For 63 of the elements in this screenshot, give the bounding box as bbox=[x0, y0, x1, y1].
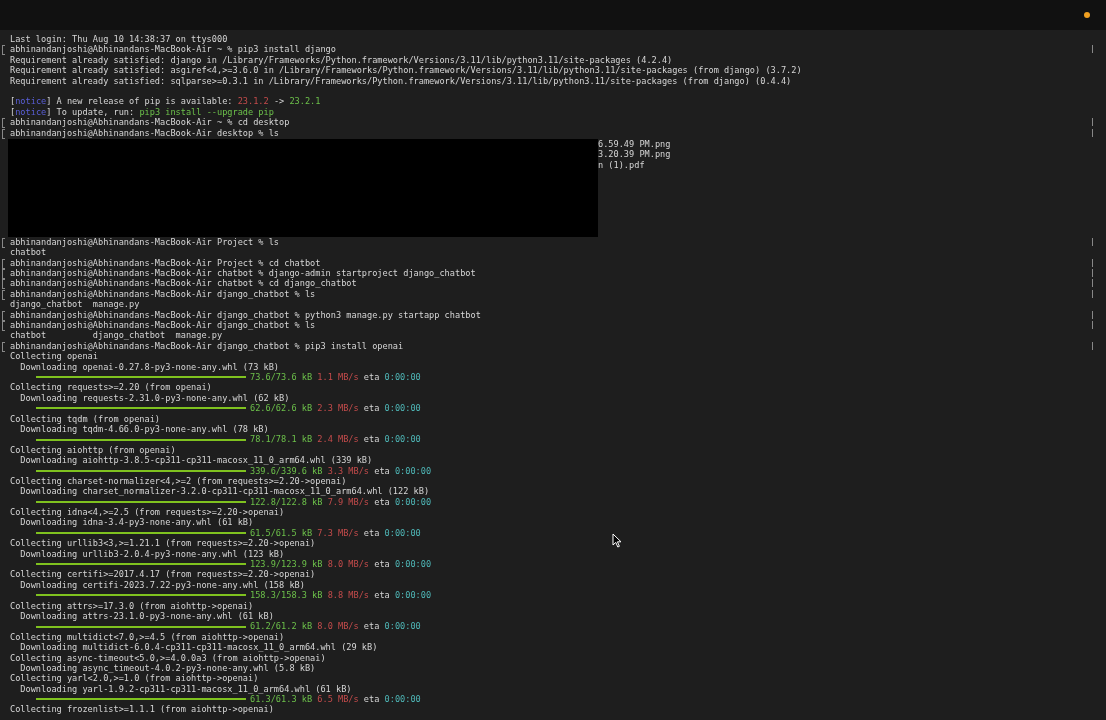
output-line: Collecting requests>=2.20 (from openai) bbox=[10, 382, 212, 393]
output-line: Downloading async_timeout-4.0.2-py3-none-any.whl (5.8 kB) bbox=[20, 662, 316, 674]
progress-stats: 123.9/123.9 kB 8.0 MB/s eta 0:00:00 bbox=[250, 559, 432, 570]
progress-stats: 61.3/61.3 kB 6.5 MB/s eta 0:00:00 bbox=[250, 694, 421, 705]
progress-stats: 78.1/78.1 kB 2.4 MB/s eta 0:00:00 bbox=[250, 434, 421, 445]
output-line: Collecting tqdm (from openai) bbox=[10, 413, 161, 424]
command-line: abhinandanjoshi@Abhinandans-MacBook-Air django_chatbot % ls bbox=[10, 320, 316, 331]
command-line: abhinandanjoshi@Abhinandans-MacBook-Air django_chatbot % pip3 install openai bbox=[10, 340, 404, 352]
command-line: abhinandanjoshi@Abhinandans-MacBook-Air Project % cd chatbot bbox=[10, 257, 321, 269]
output-line: Collecting async-timeout<5.0,>=4.0.0a3 (from aiohttp->openai) bbox=[10, 652, 326, 663]
output-line: Requirement already satisfied: sqlparse>=0.3.1 in /Library/Frameworks/Python.framework/Versions/3.11/lib/python3.11/site-packages (from django) (0.4.4) bbox=[10, 75, 792, 86]
output-line: Last login: Thu Aug 10 14:38:37 on ttys000 bbox=[10, 34, 228, 45]
output-line: Collecting charset-normalizer<4,>=2 (from requests>=2.20->openai) bbox=[10, 475, 347, 487]
output-line: Requirement already satisfied: django in /Library/Frameworks/Python.framework/Versions/3.11/lib/python3.11/site-packages (4.2.4) bbox=[10, 54, 673, 66]
command-line: abhinandanjoshi@Abhinandans-MacBook-Air django_chatbot % python3 manage.py startapp chatbot bbox=[10, 309, 481, 321]
command-line: abhinandanjoshi@Abhinandans-MacBook-Air chatbot % cd django_chatbot bbox=[10, 278, 357, 289]
output-line: Collecting multidict<7.0,>=4.5 (from aiohttp->openai) bbox=[10, 631, 285, 643]
output-line: Collecting aiohttp (from openai) bbox=[10, 444, 176, 456]
output-line: chatbot django_chatbot manage.py bbox=[10, 330, 223, 341]
mouse-pointer-icon bbox=[612, 533, 622, 548]
output-line: Downloading charset_normalizer-3.2.0-cp311-cp311-macosx_11_0_arm64.whl (122 kB) bbox=[19, 486, 430, 497]
progress-stats: 73.6/73.6 kB 1.1 MB/s eta 0:00:00 bbox=[250, 372, 421, 383]
output-line: Downloading urllib3-2.0.4-py3-none-any.whl (123 kB) bbox=[19, 548, 285, 560]
command-line: abhinandanjoshi@Abhinandans-MacBook-Air ~ % pip3 install django bbox=[10, 44, 336, 55]
output-line: Collecting yarl<2.0,>=1.0 (from aiohttp->openai) bbox=[10, 673, 259, 684]
progress-stats: 61.5/61.5 kB 7.3 MB/s eta 0:00:00 bbox=[250, 527, 421, 539]
output-line: Downloading certifi-2023.7.22-py3-none-any.whl (158 kB) bbox=[19, 579, 305, 591]
output-line: Downloading tqdm-4.66.0-py3-none-any.whl (78 kB) bbox=[20, 423, 269, 435]
prompt-mark-icon bbox=[2, 237, 5, 248]
notice-line: [notice] A new release of pip is available: 23.1.2 -> 23.2.1 bbox=[10, 96, 321, 107]
output-line: 6.59.49 PM.png bbox=[598, 138, 671, 150]
prompt-mark-icon bbox=[2, 341, 5, 352]
output-line: Downloading requests-2.31.0-py3-none-any.whl (62 kB) bbox=[19, 392, 290, 404]
output-line: Downloading aiohttp-3.8.5-cp311-cp311-macosx_11_0_arm64.whl (339 kB) bbox=[19, 455, 373, 466]
output-line: Requirement already satisfied: asgiref<4,>=3.6.0 in /Library/Frameworks/Python.framework/Versions/3.11/lib/python3.11/site-packages (from django) (3.7.2) bbox=[10, 65, 802, 76]
output-line: Downloading idna-3.4-py3-none-any.whl (61 kB) bbox=[19, 517, 254, 528]
progress-stats: 339.6/339.6 kB 3.3 MB/s eta 0:00:00 bbox=[250, 465, 432, 476]
output-line: 3.20.39 PM.png bbox=[598, 149, 671, 160]
command-line: abhinandanjoshi@Abhinandans-MacBook-Air Project % ls bbox=[10, 236, 280, 248]
command-line: abhinandanjoshi@Abhinandans-MacBook-Air chatbot % django-admin startproject django_chatbot bbox=[10, 268, 476, 279]
command-line: abhinandanjoshi@Abhinandans-MacBook-Air django_chatbot % ls bbox=[10, 288, 316, 300]
output-line: Collecting attrs>=17.3.0 (from aiohttp->openai) bbox=[10, 600, 254, 611]
output-line: Downloading openai-0.27.8-py3-none-any.whl (73 kB) bbox=[19, 361, 280, 372]
output-line: Collecting urllib3<3,>=1.21.1 (from requests>=2.20->openai) bbox=[10, 538, 316, 549]
output-line: Downloading attrs-23.1.0-py3-none-any.whl (61 kB) bbox=[20, 610, 274, 622]
output-line: django_chatbot manage.py bbox=[10, 299, 140, 310]
output-line: Downloading yarl-1.9.2-cp311-cp311-macosx_11_0_arm64.whl (61 kB) bbox=[19, 683, 352, 695]
prompt-mark-icon bbox=[2, 45, 5, 56]
status-dot-icon bbox=[1084, 12, 1090, 18]
output-line: Downloading multidict-6.0.4-cp311-cp311-macosx_11_0_arm64.whl (29 kB) bbox=[19, 642, 378, 653]
output-line: Collecting certifi>=2017.4.17 (from requests>=2.20->openai) bbox=[10, 569, 316, 580]
progress-stats: 158.3/158.3 kB 8.8 MB/s eta 0:00:00 bbox=[250, 590, 432, 601]
progress-stats: 62.6/62.6 kB 2.3 MB/s eta 0:00:00 bbox=[250, 403, 421, 414]
command-line: abhinandanjoshi@Abhinandans-MacBook-Air desktop % ls bbox=[10, 127, 280, 138]
output-line: Collecting idna<4,>=2.5 (from requests>=2.20->openai) bbox=[10, 507, 285, 518]
output-line: Collecting frozenlist>=1.1.1 (from aiohttp->openai) bbox=[10, 704, 274, 715]
output-line: n (1).pdf bbox=[598, 159, 645, 171]
output-line: chatbot bbox=[10, 247, 47, 258]
output-line: Collecting openai bbox=[10, 351, 98, 362]
command-line: abhinandanjoshi@Abhinandans-MacBook-Air ~ % cd desktop bbox=[10, 117, 290, 128]
progress-stats: 122.8/122.8 kB 7.9 MB/s eta 0:00:00 bbox=[250, 496, 432, 508]
notice-line: [notice] To update, run: pip3 install --upgrade pip bbox=[10, 106, 274, 118]
progress-stats: 61.2/61.2 kB 8.0 MB/s eta 0:00:00 bbox=[250, 621, 421, 632]
